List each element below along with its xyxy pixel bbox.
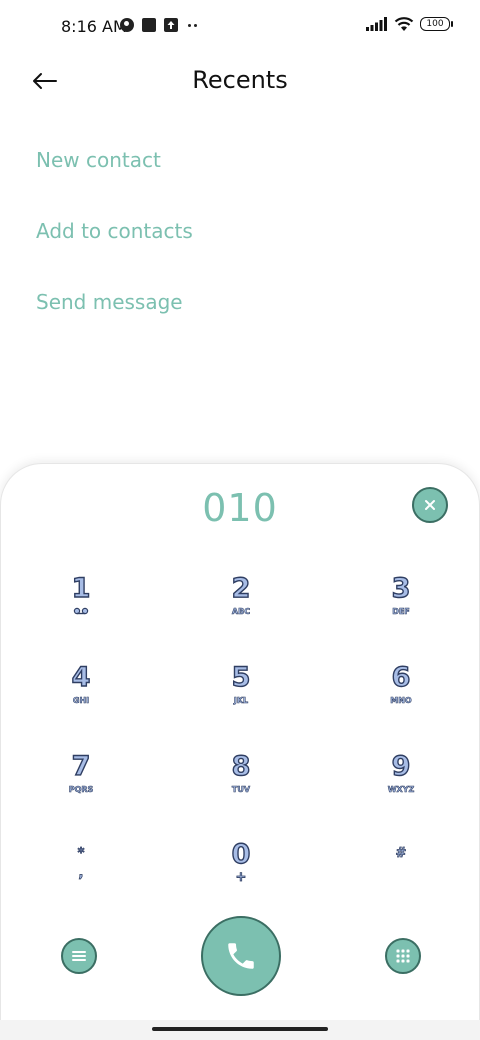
battery-level: 100 <box>426 19 444 29</box>
upload-icon <box>164 18 178 32</box>
key-digit: 3 <box>391 573 411 604</box>
key-6[interactable]: 6 MNO <box>351 662 451 733</box>
actions-list: New contact Add to contacts Send message <box>36 145 193 358</box>
key-3[interactable]: 3 DEF <box>351 573 451 644</box>
add-to-contacts-action[interactable]: Add to contacts <box>36 216 193 287</box>
wifi-icon <box>394 17 414 31</box>
key-7[interactable]: 7 PQRS <box>31 751 131 822</box>
phone-icon <box>228 943 254 969</box>
key-0[interactable]: 0 + <box>191 839 291 910</box>
key-4[interactable]: 4 GHI <box>31 662 131 733</box>
key-1[interactable]: 1 <box>31 573 131 644</box>
new-contact-action[interactable]: New contact <box>36 145 193 216</box>
key-letters: PQRS <box>68 785 94 795</box>
key-letters: MNO <box>390 696 412 706</box>
menu-icon <box>72 951 86 961</box>
key-digit: 2 <box>231 573 251 604</box>
status-bar: 8:16 AM 100 <box>0 0 480 56</box>
key-letters: ABC <box>231 607 251 617</box>
key-digit: 1 <box>71 573 91 604</box>
dialpad-icon <box>396 949 410 963</box>
dialer-panel: 010 1 2 ABC 3 DEF 4 GHI 5 JKL 6 MNO 7 PQ… <box>0 463 480 1023</box>
key-digit: 7 <box>71 751 91 782</box>
key-letters: JKL <box>233 696 249 706</box>
key-digit: 0 <box>231 839 251 870</box>
clear-button[interactable] <box>412 487 448 523</box>
key-digit: 6 <box>391 662 411 693</box>
status-icons-left <box>120 18 200 32</box>
call-button[interactable] <box>201 916 281 996</box>
menu-button[interactable] <box>61 938 97 974</box>
key-digit: 5 <box>231 662 251 693</box>
header: Recents <box>0 56 480 106</box>
signal-icon <box>366 17 387 31</box>
voicemail-icon <box>31 607 131 618</box>
key-letters: WXYZ <box>387 785 415 795</box>
home-indicator[interactable] <box>152 1027 328 1031</box>
key-letters: DEF <box>392 607 410 617</box>
key-letters: GHI <box>72 696 90 706</box>
key-star[interactable]: * , <box>31 844 131 914</box>
key-letters: , <box>78 866 84 882</box>
page-title: Recents <box>192 66 288 94</box>
status-icons-right: 100 <box>366 16 453 32</box>
status-time: 8:16 AM <box>61 17 127 36</box>
key-8[interactable]: 8 TUV <box>191 751 291 822</box>
more-dots-icon <box>186 18 200 32</box>
send-message-action[interactable]: Send message <box>36 287 193 358</box>
key-letters: TUV <box>231 785 251 795</box>
dialer-screen: 8:16 AM 100 Recents New contact Add to c… <box>0 0 480 1040</box>
key-hash[interactable]: # <box>351 844 451 914</box>
dialed-number[interactable]: 010 <box>1 486 479 530</box>
navigation-bar <box>0 1020 480 1040</box>
key-digit: 9 <box>391 751 411 782</box>
close-icon <box>425 500 435 510</box>
dialpad-toggle-button[interactable] <box>385 938 421 974</box>
key-letters: + <box>235 870 247 886</box>
key-digit: 4 <box>71 662 91 693</box>
vpn-icon <box>120 18 134 32</box>
square-icon <box>142 18 156 32</box>
key-2[interactable]: 2 ABC <box>191 573 291 644</box>
key-digit: 8 <box>231 751 251 782</box>
key-5[interactable]: 5 JKL <box>191 662 291 733</box>
key-9[interactable]: 9 WXYZ <box>351 751 451 822</box>
key-digit: * <box>77 846 85 862</box>
key-digit: # <box>395 846 407 862</box>
battery-icon: 100 <box>420 17 453 31</box>
